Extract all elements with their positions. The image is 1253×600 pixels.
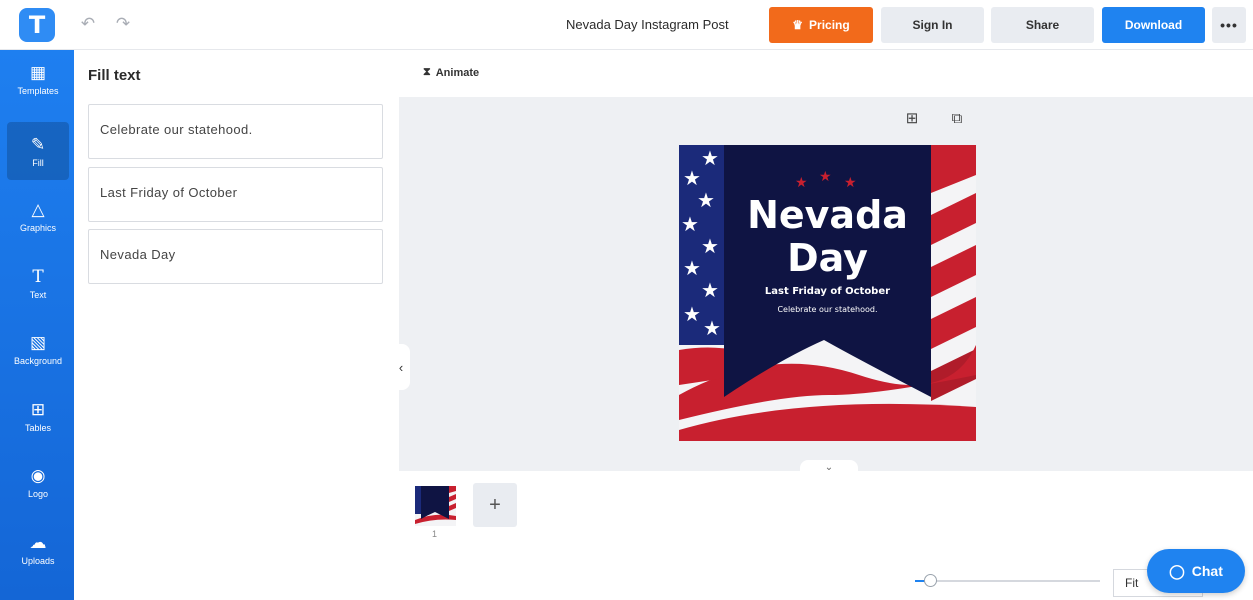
svg-text:★: ★ [683, 166, 701, 190]
table-icon: ⊞ [30, 399, 46, 419]
logo-icon: ◉ [30, 465, 46, 485]
duplicate-icon[interactable]: ⧉ [947, 108, 967, 128]
add-page-button[interactable]: + [473, 483, 517, 527]
sidebar-item-label: Uploads [21, 555, 55, 566]
templates-icon: ▦ [29, 62, 47, 82]
sidebar-item-label: Background [13, 355, 63, 366]
design-title-line1[interactable]: Nevada [724, 194, 931, 236]
top-bar: T ↶ ↷ Nevada Day Instagram Post ♛ Pricin… [0, 0, 1253, 50]
text-field-title[interactable]: Nevada Day [88, 229, 383, 284]
pricing-button[interactable]: ♛ Pricing [769, 7, 873, 43]
text-field-subtitle[interactable]: Last Friday of October [88, 167, 383, 222]
sidebar-item-templates[interactable]: ▦ Templates [7, 50, 69, 108]
svg-text:★: ★ [795, 175, 808, 191]
svg-text:★: ★ [701, 146, 719, 170]
collapse-panel-button[interactable]: ‹ [392, 344, 410, 390]
sidebar-item-fill[interactable]: ✎ Fill [7, 122, 69, 180]
undo-icon[interactable]: ↶ [77, 13, 99, 35]
text-field-tagline[interactable]: Celebrate our statehood. [88, 104, 383, 159]
chevron-down-icon: ⌄ [824, 461, 834, 473]
add-page-icon[interactable]: ⊞ [902, 108, 922, 128]
shapes-icon: △ [31, 199, 45, 219]
chevron-left-icon: ‹ [398, 359, 404, 375]
svg-text:★: ★ [819, 169, 832, 185]
chat-label: Chat [1191, 563, 1223, 579]
pricing-label: Pricing [809, 18, 850, 32]
upload-icon: ☁ [29, 532, 47, 552]
svg-text:★: ★ [697, 188, 715, 212]
sidebar-item-label: Graphics [19, 222, 56, 233]
chat-button[interactable]: ◯ Chat [1147, 549, 1245, 593]
sidebar-item-text[interactable]: T Text [7, 254, 69, 312]
crown-icon: ♛ [792, 18, 804, 32]
zoom-slider[interactable] [915, 574, 1100, 587]
background-icon: ▧ [29, 332, 47, 352]
animate-icon: ⧗ [423, 66, 431, 78]
zoom-slider-handle[interactable] [923, 574, 937, 587]
download-button[interactable]: Download [1102, 7, 1205, 43]
design-title-line2[interactable]: Day [724, 237, 931, 279]
app-logo[interactable]: T [19, 8, 55, 42]
page-thumbnail[interactable] [415, 486, 456, 526]
text-icon: T [32, 266, 44, 287]
sidebar-item-label: Logo [27, 488, 49, 499]
svg-text:★: ★ [701, 234, 719, 258]
document-title[interactable]: Nevada Day Instagram Post [566, 17, 729, 32]
svg-text:★: ★ [683, 302, 701, 326]
sidebar-item-graphics[interactable]: △ Graphics [7, 187, 69, 245]
svg-text:★: ★ [681, 212, 699, 236]
fill-panel: Fill text Celebrate our statehood. Last … [74, 50, 399, 600]
more-options-button[interactable]: ••• [1212, 7, 1246, 43]
design-tagline[interactable]: Celebrate our statehood. [724, 305, 931, 314]
design-canvas[interactable]: ★ ★ ★ ★ ★ ★ ★ ★ ★ ★ ★ ★ Nevada Day Last … [679, 145, 976, 441]
thumbnail-image [415, 486, 456, 526]
canvas-toolbar: ⧗ Animate [399, 50, 1253, 97]
svg-text:★: ★ [844, 175, 857, 191]
sidebar-item-logo[interactable]: ◉ Logo [7, 453, 69, 511]
share-button[interactable]: Share [991, 7, 1094, 43]
collapse-pages-button[interactable]: ⌄ [800, 460, 858, 474]
page-number: 1 [432, 529, 438, 539]
pencil-icon: ✎ [30, 134, 46, 154]
svg-text:★: ★ [683, 256, 701, 280]
sidebar-item-label: Templates [17, 85, 59, 96]
chat-bubble-icon: ◯ [1169, 562, 1185, 579]
animate-button[interactable]: ⧗ Animate [423, 66, 479, 79]
svg-text:★: ★ [703, 316, 721, 340]
sidebar-item-tables[interactable]: ⊞ Tables [7, 387, 69, 445]
sidebar-item-label: Text [29, 289, 47, 300]
sidebar-item-background[interactable]: ▧ Background [7, 320, 69, 378]
redo-icon[interactable]: ↷ [112, 13, 134, 35]
animate-label: Animate [435, 66, 480, 79]
design-subtitle[interactable]: Last Friday of October [724, 286, 931, 297]
sidebar-item-label: Fill [32, 157, 44, 168]
sidebar-item-uploads[interactable]: ☁ Uploads [7, 520, 69, 578]
sidebar-item-label: Tables [24, 422, 51, 433]
svg-text:★: ★ [701, 278, 719, 302]
panel-title: Fill text [88, 67, 141, 84]
sign-in-button[interactable]: Sign In [881, 7, 984, 43]
left-sidebar: ▦ Templates ✎ Fill △ Graphics T Text ▧ B… [0, 50, 74, 600]
